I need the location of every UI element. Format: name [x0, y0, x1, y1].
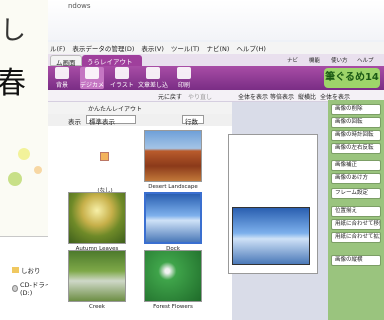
- folder-icon: [12, 267, 19, 273]
- thumb-caption: Desert Landscape: [148, 184, 198, 190]
- app-window: ndows ル(F) 表示データの管理(D) 表示(V) ツール(T) ナビ(N…: [48, 0, 384, 320]
- photo-thumbnails: (なし) Desert Landscape Autumn Leaves Dock…: [48, 126, 232, 320]
- card-kanji-top: し: [0, 16, 27, 46]
- fit-move-button[interactable]: 用紙に合わせて移動: [331, 219, 381, 230]
- photo-toolbar: かんたんレイアウト: [48, 102, 232, 114]
- menu-bar: ル(F) 表示データの管理(D) 表示(V) ツール(T) ナビ(N) ヘルプ(…: [48, 42, 384, 54]
- display-select[interactable]: 標準表示: [86, 115, 136, 126]
- printer-icon: [177, 67, 191, 79]
- actual-size-button[interactable]: 等倍表示: [270, 92, 294, 101]
- align-button[interactable]: 位置揃え: [331, 206, 381, 217]
- thumb-desert[interactable]: Desert Landscape: [144, 130, 202, 190]
- background-button[interactable]: 背景: [50, 67, 74, 89]
- easy-layout-button[interactable]: かんたんレイアウト: [88, 104, 142, 113]
- window-title: ndows: [68, 2, 91, 10]
- frame-settings-button[interactable]: フレーム設定: [331, 188, 381, 199]
- thumb-flowers[interactable]: Forest Flowers: [144, 250, 202, 310]
- menu-item-data[interactable]: 表示データの管理(D): [72, 43, 134, 53]
- digicam-button[interactable]: デジカメ: [80, 67, 104, 89]
- illust-button[interactable]: イラスト: [110, 67, 134, 89]
- app-logo: 筆ぐるめ14: [324, 68, 380, 88]
- tab-row: ム画面 うらレイアウト ナビ 機能 使い方 ヘルプ: [48, 54, 384, 67]
- tab-usage[interactable]: 使い方: [326, 55, 353, 66]
- drive-icon: [12, 284, 19, 292]
- sort-select[interactable]: 行数: [182, 115, 204, 126]
- title-bar: ndows: [48, 0, 384, 40]
- menu-item-view[interactable]: 表示(V): [141, 43, 164, 53]
- thumb-caption: Creek: [89, 304, 105, 310]
- aspect-button[interactable]: 縦横比: [298, 92, 316, 101]
- thumb-autumn[interactable]: Autumn Leaves: [68, 192, 126, 252]
- filter-bar: 表示 標準表示 行数: [48, 114, 232, 126]
- background-icon: [55, 67, 69, 79]
- rotate-image-button[interactable]: 画像の回転: [331, 117, 381, 128]
- tab-layout[interactable]: うらレイアウト: [82, 55, 142, 66]
- image-margin-button[interactable]: 画像のあけ方: [331, 173, 381, 184]
- background-card: し 春: [0, 0, 50, 236]
- image-aspect-button[interactable]: 画像の縦横: [331, 255, 381, 266]
- tab-help[interactable]: ヘルプ: [352, 55, 379, 66]
- camera-icon: [85, 67, 99, 79]
- thumb-creek[interactable]: Creek: [68, 250, 126, 310]
- ribbon: 背景 デジカメ イラスト 文章差し込み 印刷 筆ぐるめ14: [48, 66, 384, 98]
- thumb-dock[interactable]: Dock: [144, 192, 202, 252]
- fit-scale-button[interactable]: 用紙に合わせて拡大: [331, 232, 381, 243]
- tab-navi[interactable]: ナビ: [282, 55, 303, 66]
- postcard-preview: [228, 134, 318, 274]
- text-icon: [146, 67, 160, 79]
- placed-photo[interactable]: [232, 207, 310, 265]
- decor-dot: [18, 148, 30, 160]
- tab-function[interactable]: 機能: [304, 55, 325, 66]
- decor-dot: [34, 166, 42, 174]
- tools-panel: 画像の削除 画像の回転 画像の時計回転 画像の左右反転 画像補正 画像のあけ方 …: [328, 100, 384, 320]
- illust-icon: [115, 67, 129, 79]
- rotate-clockwise-button[interactable]: 画像の時計回転: [331, 130, 381, 141]
- undo-button[interactable]: 元に戻す: [158, 92, 182, 101]
- image-correction-button[interactable]: 画像補正: [331, 160, 381, 171]
- menu-item-file[interactable]: ル(F): [50, 43, 65, 53]
- delete-image-button[interactable]: 画像の削除: [331, 104, 381, 115]
- menu-item-tools[interactable]: ツール(T): [171, 43, 200, 53]
- flip-horizontal-button[interactable]: 画像の左右反転: [331, 143, 381, 154]
- filter-label: 表示: [68, 118, 81, 126]
- none-icon: [100, 152, 109, 161]
- insert-text-button[interactable]: 文章差し込み: [136, 67, 170, 98]
- decor-dot: [8, 172, 22, 186]
- thumb-none[interactable]: (なし): [76, 132, 134, 194]
- menu-item-help[interactable]: ヘルプ(H): [236, 43, 265, 53]
- folder-label: しおり: [21, 267, 41, 275]
- menu-item-navi[interactable]: ナビ(N): [206, 43, 229, 53]
- full-view-button[interactable]: 全体を表示: [238, 92, 268, 101]
- list-item[interactable]: しおり: [12, 265, 41, 275]
- print-button[interactable]: 印刷: [172, 67, 196, 89]
- thumb-caption: Forest Flowers: [153, 304, 193, 310]
- card-kanji-main: 春: [0, 66, 26, 101]
- tab-home[interactable]: ム画面: [50, 55, 82, 67]
- redo-button[interactable]: やり直し: [188, 92, 212, 101]
